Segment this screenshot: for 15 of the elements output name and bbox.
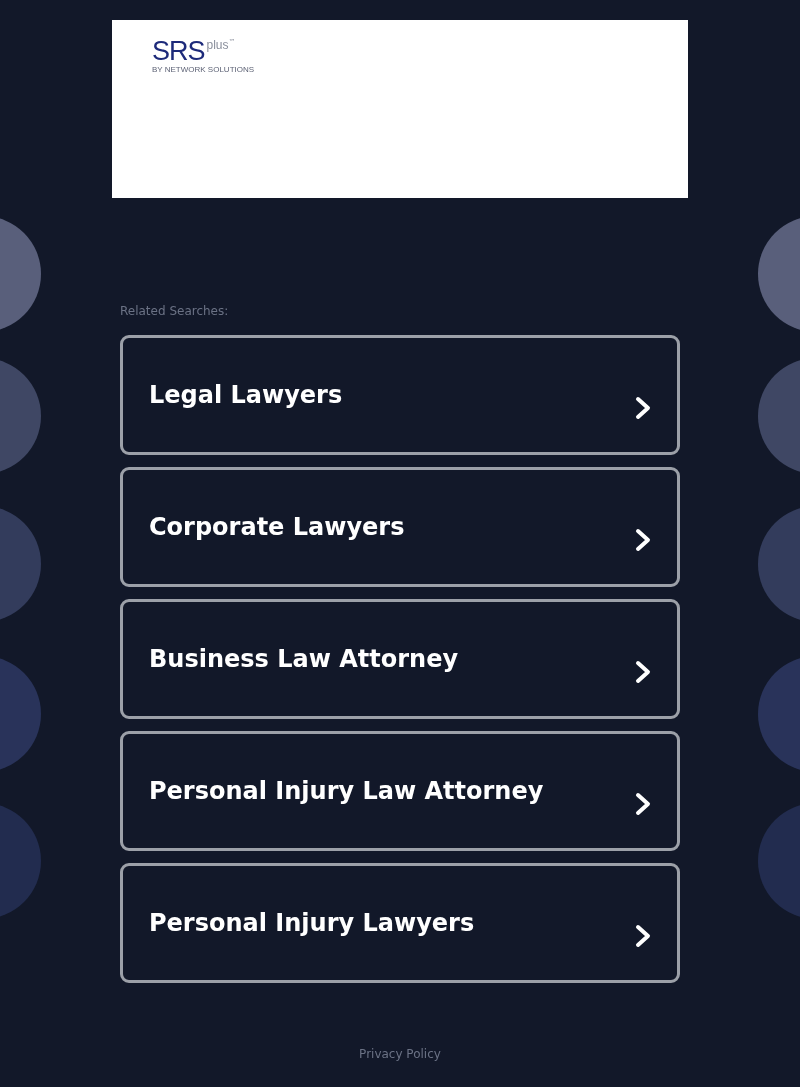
search-link[interactable]: Corporate Lawyers [120, 467, 680, 587]
search-link[interactable]: Personal Injury Lawyers [120, 863, 680, 983]
privacy-policy-link[interactable]: Privacy Policy [359, 1047, 441, 1061]
logo-suffix: plus [206, 38, 229, 52]
logo-tagline: BY NETWORK SOLUTIONS [152, 65, 255, 75]
chevron-right-icon [635, 792, 651, 816]
chevron-right-icon [635, 528, 651, 552]
logo-brand: SRS [152, 38, 205, 65]
section-label: Related Searches: [120, 303, 229, 319]
chevron-right-icon [635, 660, 651, 684]
search-link[interactable]: Personal Injury Law Attorney [120, 731, 680, 851]
search-link[interactable]: Business Law Attorney [120, 599, 680, 719]
search-link[interactable]: Legal Lawyers [120, 335, 680, 455]
chevron-right-icon [635, 924, 651, 948]
chevron-right-icon [635, 396, 651, 420]
